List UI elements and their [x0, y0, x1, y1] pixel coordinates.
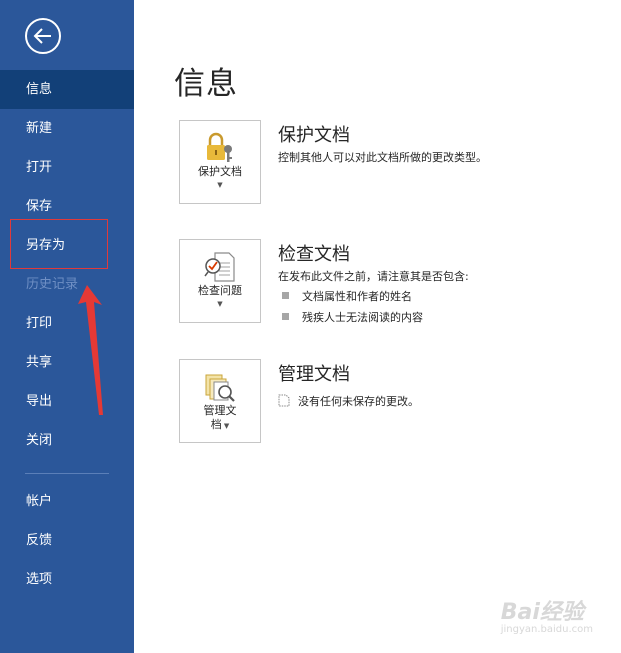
inspect-bullet-item: 文档属性和作者的姓名 — [282, 288, 412, 304]
lock-key-icon — [203, 131, 237, 165]
manage-document-button-label-text: 档 — [210, 418, 222, 431]
sidebar-divider — [25, 473, 109, 474]
inspect-bullet-text: 残疾人士无法阅读的内容 — [302, 311, 423, 324]
manage-document-button-label: 管理文 — [203, 404, 237, 417]
sidebar-item-export[interactable]: 导出 — [0, 382, 134, 421]
sidebar-item-open[interactable]: 打开 — [0, 148, 134, 187]
bullet-square-icon — [282, 313, 289, 320]
sidebar-item-options[interactable]: 选项 — [0, 560, 134, 599]
inspect-document-icon — [203, 250, 237, 284]
manage-section-title: 管理文档 — [278, 364, 350, 385]
chevron-down-icon: ▼ — [217, 181, 223, 189]
baidu-jingyan-watermark: Bai经验 jingyan.baidu.com — [501, 594, 593, 635]
sidebar-item-share[interactable]: 共享 — [0, 343, 134, 382]
protect-section-title: 保护文档 — [278, 125, 350, 146]
check-for-issues-button[interactable]: 检查问题 ▼ — [179, 239, 261, 323]
sidebar-item-account[interactable]: 帐户 — [0, 482, 134, 521]
save-as-highlight-box — [10, 219, 108, 269]
watermark-sub: jingyan.baidu.com — [500, 624, 593, 635]
sidebar-item-history: 历史记录 — [26, 277, 79, 292]
check-for-issues-button-label: 检查问题 — [198, 284, 242, 297]
protect-section-desc: 控制其他人可以对此文档所做的更改类型。 — [278, 151, 487, 164]
manage-document-button-label-line2: 档 ▼ — [180, 418, 260, 433]
sidebar-item-close[interactable]: 关闭 — [0, 421, 134, 460]
chevron-down-icon: ▼ — [217, 300, 223, 308]
sidebar-item-info[interactable]: 信息 — [0, 70, 134, 109]
backstage-sidebar: 信息 新建 打开 保存 另存为 历史记录 打印 共享 导出 关闭 帐户 反馈 选… — [0, 0, 134, 653]
inspect-section-desc: 在发布此文件之前，请注意其是否包含: — [278, 270, 469, 283]
inspect-bullet-item: 残疾人士无法阅读的内容 — [282, 309, 423, 325]
page-title: 信息 — [174, 66, 238, 102]
inspect-section-title: 检查文档 — [278, 244, 350, 265]
annotation-arrow-icon — [78, 285, 108, 421]
document-small-icon — [278, 394, 290, 407]
manage-document-button[interactable]: 管理文 档 ▼ — [179, 359, 261, 443]
watermark-main: Bai经验 — [500, 600, 584, 625]
sidebar-item-print[interactable]: 打印 — [0, 304, 134, 343]
inspect-bullet-text: 文档属性和作者的姓名 — [302, 290, 412, 303]
protect-document-button[interactable]: 保护文档 ▼ — [179, 120, 261, 204]
info-pane: 信息 保护文档 ▼ 保护文档 控制其他人可以对此文档所做的更改类型。 检查问题 … — [134, 0, 621, 653]
chevron-down-icon: ▼ — [221, 422, 230, 430]
manage-section-desc: 没有任何未保存的更改。 — [298, 395, 419, 408]
manage-document-icon — [203, 370, 237, 404]
sidebar-item-feedback[interactable]: 反馈 — [0, 521, 134, 560]
sidebar-item-new[interactable]: 新建 — [0, 109, 134, 148]
manage-section-status: 没有任何未保存的更改。 — [278, 393, 419, 409]
back-arrow-icon[interactable] — [24, 17, 62, 55]
protect-document-button-label: 保护文档 — [198, 165, 242, 178]
bullet-square-icon — [282, 292, 289, 299]
